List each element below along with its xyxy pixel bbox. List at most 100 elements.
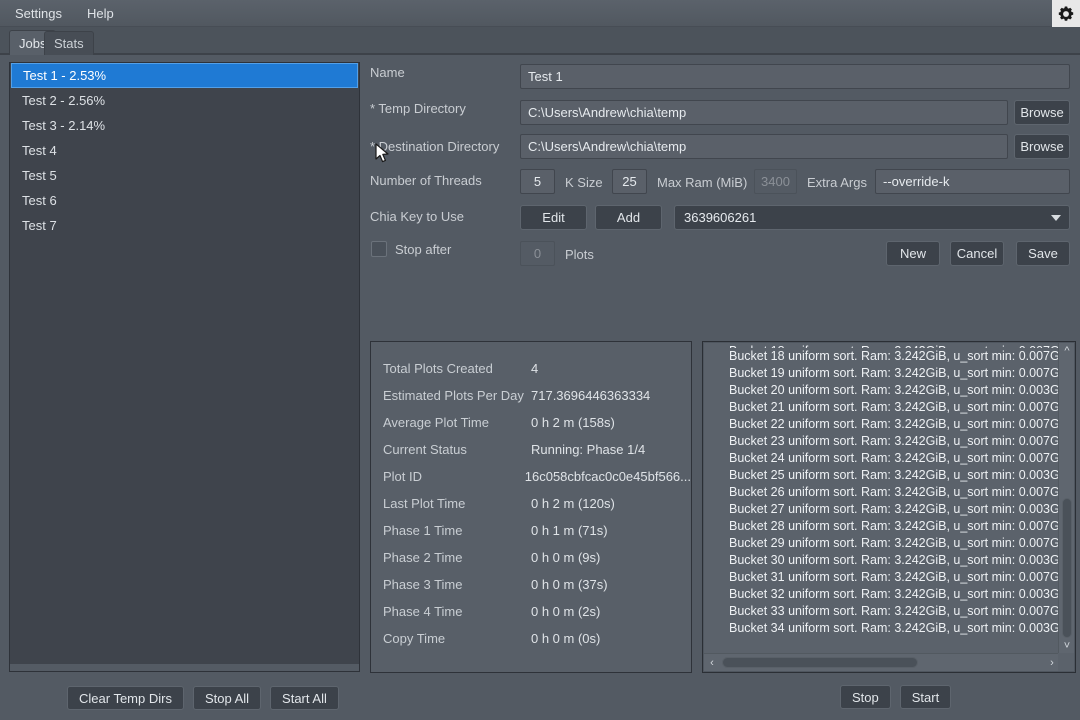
stop-after-label: Stop after (395, 242, 452, 257)
log-text-area[interactable]: Bucket 18 uniform sort. Ram: 3.242GiB, u… (704, 343, 1060, 654)
menu-help[interactable]: Help (77, 3, 124, 24)
max-ram-label: Max Ram (MiB) (657, 175, 748, 190)
chia-key-select[interactable]: 3639606261 (674, 205, 1070, 230)
log-vertical-scrollbar[interactable]: ^ ˅ (1058, 343, 1074, 654)
log-line: Bucket 23 uniform sort. Ram: 3.242GiB, u… (729, 434, 1060, 448)
threads-label: Number of Threads (370, 173, 482, 188)
stat-key: Phase 4 Time (383, 604, 463, 619)
new-button[interactable]: New (886, 241, 940, 266)
vertical-scroll-thumb[interactable] (1062, 498, 1072, 638)
menu-bar: Settings Help (0, 0, 1080, 27)
table-row: Total Plots Created 4 (383, 355, 691, 382)
log-horizontal-scrollbar[interactable]: ‹ › (704, 653, 1060, 671)
stop-all-button[interactable]: Stop All (192, 686, 262, 710)
log-line: Bucket 21 uniform sort. Ram: 3.242GiB, u… (729, 400, 1060, 414)
stat-key: Plot ID (383, 469, 423, 484)
list-item[interactable]: Test 4 (10, 138, 359, 163)
list-item[interactable]: Test 5 (10, 163, 359, 188)
clear-temp-dirs-button[interactable]: Clear Temp Dirs (67, 686, 184, 710)
log-line: Bucket 30 uniform sort. Ram: 3.242GiB, u… (729, 553, 1060, 567)
list-item[interactable]: Test 1 - 2.53% (11, 63, 358, 88)
footer-left-buttons: Clear Temp Dirs Stop All Start All (67, 686, 339, 710)
stop-button[interactable]: Stop (840, 685, 891, 709)
plots-label: Plots (565, 247, 594, 262)
gear-icon[interactable] (1052, 0, 1080, 27)
ksize-input[interactable]: 25 (612, 169, 647, 194)
table-row: Plot ID 16c058cbfcac0c0e45bf566... (383, 463, 691, 490)
menu-settings[interactable]: Settings (5, 3, 72, 24)
stat-value: 4 (531, 361, 539, 376)
stat-value: 16c058cbfcac0c0e45bf566... (524, 469, 691, 484)
log-line: Bucket 28 uniform sort. Ram: 3.242GiB, u… (729, 519, 1060, 533)
scroll-left-icon[interactable]: ‹ (704, 654, 720, 671)
stat-key: Last Plot Time (383, 496, 466, 511)
tab-stats[interactable]: Stats (44, 31, 94, 55)
save-button[interactable]: Save (1016, 241, 1070, 266)
log-line: Bucket 22 uniform sort. Ram: 3.242GiB, u… (729, 417, 1060, 431)
name-label: Name (370, 65, 405, 80)
stat-value: 0 h 0 m (9s) (531, 550, 601, 565)
temp-directory-input[interactable]: C:\Users\Andrew\chia\temp (520, 100, 1008, 125)
log-line: Bucket 33 uniform sort. Ram: 3.242GiB, u… (729, 604, 1060, 618)
destination-directory-browse-button[interactable]: Browse (1014, 134, 1070, 159)
stat-key: Estimated Plots Per Day (383, 388, 524, 403)
scroll-down-icon[interactable]: ˅ (1059, 638, 1075, 654)
log-line: Bucket 27 uniform sort. Ram: 3.242GiB, u… (729, 502, 1060, 516)
list-item[interactable]: Test 6 (10, 188, 359, 213)
extra-args-label: Extra Args (807, 175, 867, 190)
stat-value: 717.3696446363334 (531, 388, 651, 403)
threads-input[interactable]: 5 (520, 169, 555, 194)
job-list-filler (10, 664, 359, 671)
extra-args-input[interactable]: --override-k (875, 169, 1070, 194)
log-line: Bucket 32 uniform sort. Ram: 3.242GiB, u… (729, 587, 1060, 601)
table-row: Last Plot Time 0 h 2 m (120s) (383, 490, 691, 517)
stat-value: Running: Phase 1/4 (531, 442, 646, 457)
table-row: Average Plot Time 0 h 2 m (158s) (383, 409, 691, 436)
stats-panel: Total Plots Created 4 Estimated Plots Pe… (370, 341, 692, 673)
gear-icon-glyph (1058, 6, 1074, 21)
chia-key-selected-value: 3639606261 (684, 210, 757, 225)
cancel-button[interactable]: Cancel (950, 241, 1004, 266)
destination-directory-input[interactable]: C:\Users\Andrew\chia\temp (520, 134, 1008, 159)
start-all-button[interactable]: Start All (270, 686, 339, 710)
start-button[interactable]: Start (899, 685, 952, 709)
name-input[interactable]: Test 1 (520, 64, 1070, 89)
destination-directory-label: * Destination Directory (370, 139, 500, 154)
stat-key: Phase 1 Time (383, 523, 463, 538)
table-row: Phase 3 Time 0 h 0 m (37s) (383, 571, 691, 598)
list-item[interactable]: Test 3 - 2.14% (10, 113, 359, 138)
stat-key: Current Status (383, 442, 467, 457)
horizontal-scroll-thumb[interactable] (722, 657, 918, 668)
chia-key-edit-button[interactable]: Edit (520, 205, 587, 230)
tab-strip: Jobs Stats (0, 27, 1080, 55)
table-row: Estimated Plots Per Day 717.369644636333… (383, 382, 691, 409)
stat-value: 0 h 0 m (2s) (531, 604, 601, 619)
stat-key: Average Plot Time (383, 415, 489, 430)
scrollbar-corner (1058, 653, 1074, 671)
stop-after-plots-input[interactable]: 0 (520, 241, 555, 266)
stat-key: Phase 3 Time (383, 577, 463, 592)
log-line: Bucket 26 uniform sort. Ram: 3.242GiB, u… (729, 485, 1060, 499)
log-line: Bucket 18 uniform sort. Ram: 3.242GiB, u… (729, 349, 1060, 363)
log-line: Bucket 19 uniform sort. Ram: 3.242GiB, u… (729, 366, 1060, 380)
log-line: Bucket 31 uniform sort. Ram: 3.242GiB, u… (729, 570, 1060, 584)
footer-right-buttons: Stop Start (840, 685, 952, 709)
chia-key-add-button[interactable]: Add (595, 205, 662, 230)
stat-value: 0 h 0 m (0s) (531, 631, 601, 646)
list-item[interactable]: Test 7 (10, 213, 359, 238)
log-line: Bucket 34 uniform sort. Ram: 3.242GiB, u… (729, 621, 1060, 635)
job-list[interactable]: Test 1 - 2.53% Test 2 - 2.56% Test 3 - 2… (9, 62, 360, 672)
log-line: Bucket 25 uniform sort. Ram: 3.242GiB, u… (729, 468, 1060, 482)
log-line: Bucket 20 uniform sort. Ram: 3.242GiB, u… (729, 383, 1060, 397)
log-panel: Bucket 18 uniform sort. Ram: 3.242GiB, u… (702, 341, 1076, 673)
temp-directory-browse-button[interactable]: Browse (1014, 100, 1070, 125)
log-line: Bucket 29 uniform sort. Ram: 3.242GiB, u… (729, 536, 1060, 550)
max-ram-input[interactable]: 3400 (754, 169, 797, 194)
stop-after-checkbox[interactable] (371, 241, 387, 257)
list-item[interactable]: Test 2 - 2.56% (10, 88, 359, 113)
stat-key: Total Plots Created (383, 361, 493, 376)
log-line: Bucket 24 uniform sort. Ram: 3.242GiB, u… (729, 451, 1060, 465)
scroll-up-icon[interactable]: ^ (1059, 343, 1075, 359)
table-row: Phase 1 Time 0 h 1 m (71s) (383, 517, 691, 544)
table-row: Copy Time 0 h 0 m (0s) (383, 625, 691, 652)
